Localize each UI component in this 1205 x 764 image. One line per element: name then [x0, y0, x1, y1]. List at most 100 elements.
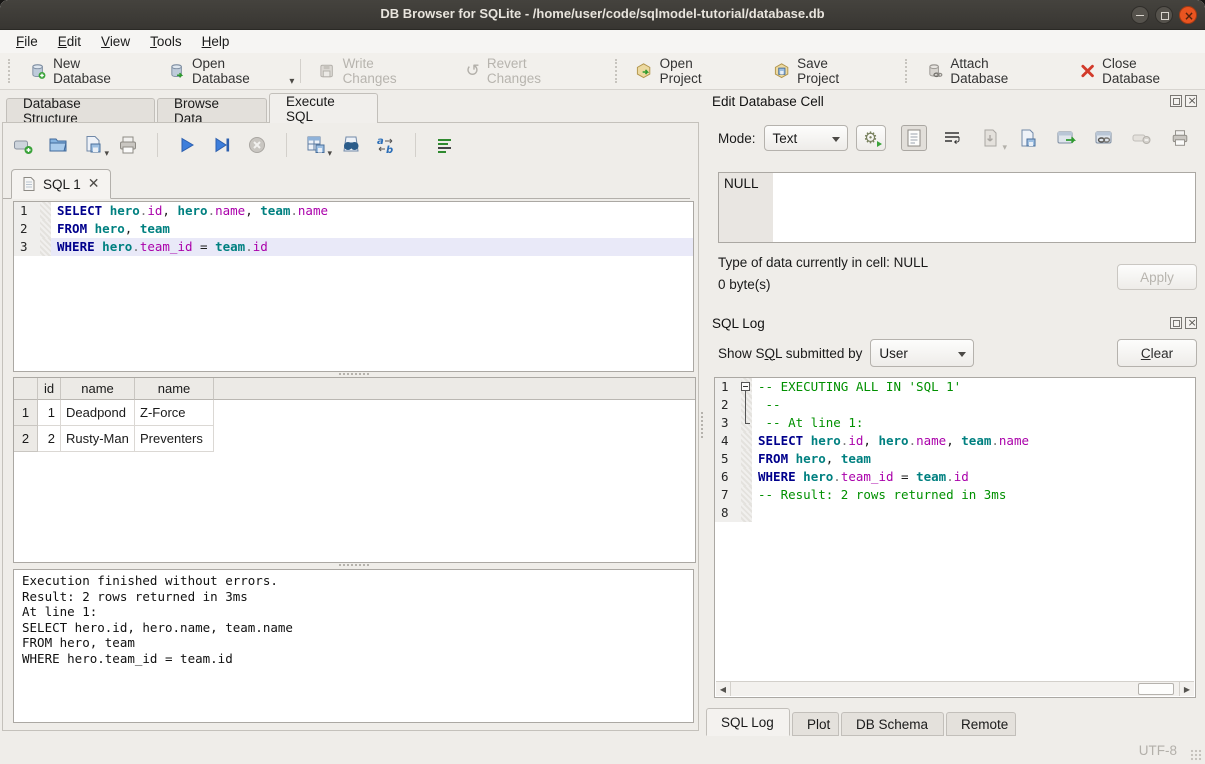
tab-sql-log[interactable]: SQL Log: [706, 708, 790, 736]
word-wrap-icon: [943, 129, 961, 147]
find-button[interactable]: [339, 133, 363, 157]
horizontal-scrollbar[interactable]: ◀ ▶: [716, 681, 1194, 696]
open-database-button[interactable]: Open Database: [157, 52, 294, 90]
dock-close-icon[interactable]: [1185, 317, 1197, 329]
dock-float-icon[interactable]: [1170, 95, 1182, 107]
column-header[interactable]: id: [38, 378, 61, 400]
save-project-button[interactable]: Save Project: [762, 52, 881, 90]
open-file-icon: [47, 134, 69, 156]
sql-log-view[interactable]: 1-- EXECUTING ALL IN 'SQL 1'2 --3 -- At …: [714, 377, 1196, 698]
table-cell[interactable]: 2: [38, 426, 61, 452]
play-to-cursor-icon: [212, 135, 232, 155]
open-sql-file-button[interactable]: [46, 133, 70, 157]
attach-database-button[interactable]: Attach Database: [915, 52, 1057, 90]
dock-close-icon[interactable]: [1185, 95, 1197, 107]
column-header[interactable]: name: [135, 378, 214, 400]
open-project-button[interactable]: Open Project: [624, 52, 745, 90]
replace-button[interactable]: a b: [374, 133, 398, 157]
new-sql-tab-button[interactable]: [11, 133, 35, 157]
scroll-left-icon[interactable]: ◀: [716, 682, 731, 696]
close-database-button[interactable]: Close Database: [1069, 52, 1205, 90]
menu-view[interactable]: View: [91, 32, 140, 51]
link-cell-button[interactable]: [1091, 125, 1117, 151]
menu-edit[interactable]: Edit: [48, 32, 91, 51]
line-number: 1: [715, 378, 741, 396]
sql-editor[interactable]: 1SELECT hero.id, hero.name, team.name2FR…: [13, 201, 694, 372]
toolbar-drag-handle[interactable]: [615, 59, 619, 83]
attach-database-icon: [926, 62, 943, 80]
external-window-icon: [1056, 129, 1076, 147]
toolbar-drag-handle[interactable]: [8, 59, 12, 83]
corner-header[interactable]: [14, 378, 38, 400]
table-cell[interactable]: Rusty-Man: [61, 426, 135, 452]
line-number: 4: [715, 432, 741, 450]
menu-tools[interactable]: Tools: [140, 32, 192, 51]
save-file-dropdown-icon[interactable]: ▾: [104, 149, 109, 159]
code-line: 4SELECT hero.id, hero.name, team.name: [715, 432, 1195, 450]
auto-mode-button[interactable]: ⚙: [856, 125, 886, 151]
toolbar-drag-handle[interactable]: [905, 59, 909, 83]
scroll-right-icon[interactable]: ▶: [1179, 682, 1194, 696]
edit-cell-title: Edit Database Cell: [712, 94, 824, 109]
word-wrap-button[interactable]: [939, 125, 965, 151]
cell-value-editor[interactable]: NULL: [718, 172, 1196, 243]
encoding-indicator: UTF-8: [1139, 743, 1177, 758]
line-number: 3: [715, 414, 741, 432]
clear-log-button[interactable]: Clear: [1117, 339, 1197, 367]
print-button[interactable]: [116, 133, 140, 157]
link-icon: [1094, 129, 1114, 147]
close-icon: ×: [1184, 10, 1194, 22]
vertical-splitter[interactable]: [699, 92, 706, 731]
new-database-button[interactable]: New Database: [18, 52, 149, 90]
sql1-tab[interactable]: SQL 1 ✕: [11, 169, 111, 199]
tab-database-structure[interactable]: Database Structure: [6, 98, 155, 123]
menu-file[interactable]: File: [6, 32, 48, 51]
close-button[interactable]: ×: [1179, 6, 1197, 24]
format-sql-button[interactable]: [433, 133, 457, 157]
horizontal-splitter[interactable]: [13, 563, 694, 568]
resize-grip[interactable]: [1190, 749, 1202, 761]
line-number: 3: [14, 238, 40, 256]
table-cell[interactable]: Preventers: [135, 426, 214, 452]
execute-all-button[interactable]: [175, 133, 199, 157]
table-cell[interactable]: Deadpond: [61, 400, 135, 426]
fold-marker-icon[interactable]: [741, 378, 752, 396]
tab-label: Execute SQL: [286, 94, 361, 124]
save-results-dropdown-icon[interactable]: ▾: [327, 149, 332, 159]
save-results-button[interactable]: ▾: [304, 133, 328, 157]
open-database-dropdown-icon[interactable]: ▾: [289, 76, 294, 89]
sql1-tab-close-icon[interactable]: ✕: [88, 177, 100, 191]
play-icon: [177, 135, 197, 155]
line-number: 8: [715, 504, 741, 522]
results-grid[interactable]: idnamename11DeadpondZ-Force22Rusty-ManPr…: [13, 377, 696, 563]
menu-help[interactable]: Help: [192, 32, 240, 51]
tab-browse-data[interactable]: Browse Data: [157, 98, 267, 123]
titlebar[interactable]: DB Browser for SQLite - /home/user/code/…: [0, 0, 1205, 30]
text-mode-button[interactable]: [901, 125, 927, 151]
mode-combobox[interactable]: Text: [764, 125, 848, 151]
minimize-button[interactable]: [1131, 6, 1149, 24]
save-sql-file-button[interactable]: ▾: [81, 133, 105, 157]
maximize-button[interactable]: [1155, 6, 1173, 24]
execute-sql-panel: ▾: [2, 122, 699, 731]
dock-float-icon[interactable]: [1170, 317, 1182, 329]
open-external-button[interactable]: [1053, 125, 1079, 151]
scrollbar-thumb[interactable]: [1138, 683, 1174, 695]
code-line: 6WHERE hero.team_id = team.id: [715, 468, 1195, 486]
table-cell[interactable]: 1: [38, 400, 61, 426]
row-header[interactable]: 2: [14, 426, 38, 452]
fold-margin: [40, 202, 51, 220]
table-cell[interactable]: Z-Force: [135, 400, 214, 426]
save-project-label: Save Project: [797, 56, 870, 86]
tab-execute-sql[interactable]: Execute SQL: [269, 93, 378, 123]
export-cell-button[interactable]: [1015, 125, 1041, 151]
splitter-handle-icon: [701, 412, 703, 438]
execute-line-button[interactable]: [210, 133, 234, 157]
fold-margin: [741, 504, 752, 522]
column-header[interactable]: name: [61, 378, 135, 400]
binoculars-icon: [340, 134, 362, 156]
row-header[interactable]: 1: [14, 400, 38, 426]
print-cell-button[interactable]: [1167, 125, 1193, 151]
log-filter-combobox[interactable]: User: [870, 339, 974, 367]
svg-text:a: a: [377, 136, 384, 147]
